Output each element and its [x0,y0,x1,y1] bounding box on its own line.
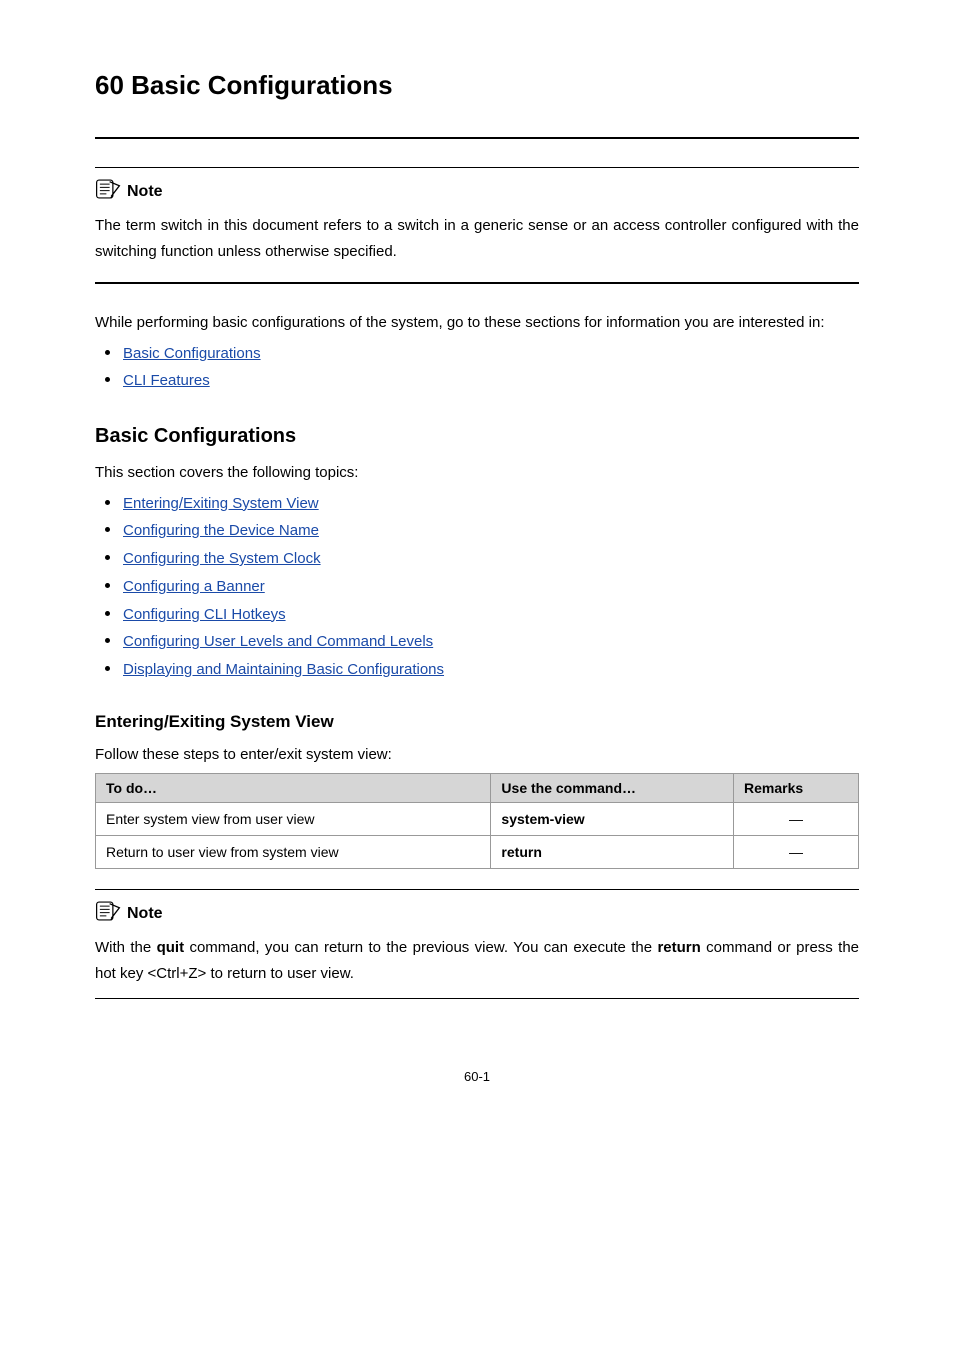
list-item: Configuring the Device Name [95,517,859,545]
note-icon [95,178,121,205]
note2-cmd-quit: quit [157,939,185,956]
page-number: 60-1 [95,1069,859,1084]
chapter-heading: 60 Basic Configurations [95,70,859,101]
divider [95,889,859,890]
chapter-title: Basic Configurations [131,70,392,100]
table-row: Return to user view from system view ret… [96,836,859,869]
note-body: With the quit command, you can return to… [95,935,859,986]
note-callout-header: Note [95,178,859,205]
note-label: Note [127,905,163,923]
cell-remarks: — [734,836,859,869]
link-system-clock[interactable]: Configuring the System Clock [123,550,321,567]
list-item: Configuring the System Clock [95,545,859,573]
command-table: To do… Use the command… Remarks Enter sy… [95,773,859,869]
note-icon [95,900,121,927]
section-link-list: Entering/Exiting System View Configuring… [95,490,859,684]
list-item: Basic Configurations [95,340,859,368]
cell-command: return [491,836,734,869]
cell-remarks: — [734,803,859,836]
cell-todo: Return to user view from system view [96,836,491,869]
link-user-levels[interactable]: Configuring User Levels and Command Leve… [123,633,433,650]
intro-lead: While performing basic configurations of… [95,310,859,336]
cell-command: system-view [491,803,734,836]
list-item: Configuring User Levels and Command Leve… [95,628,859,656]
col-remarks: Remarks [734,774,859,803]
list-item: Displaying and Maintaining Basic Configu… [95,656,859,684]
table-header-row: To do… Use the command… Remarks [96,774,859,803]
link-enter-exit[interactable]: Entering/Exiting System View [123,495,319,512]
note2-prefix: With the [95,939,157,956]
table-row: Enter system view from user view system-… [96,803,859,836]
intro-link-list: Basic Configurations CLI Features [95,340,859,396]
section-heading: Basic Configurations [95,425,859,448]
note-body: The term switch in this document refers … [95,213,859,264]
note-label: Note [127,183,163,201]
link-display-maintain[interactable]: Displaying and Maintaining Basic Configu… [123,661,444,678]
link-basic-config[interactable]: Basic Configurations [123,345,261,362]
list-item: CLI Features [95,367,859,395]
col-todo: To do… [96,774,491,803]
link-cli-hotkeys[interactable]: Configuring CLI Hotkeys [123,606,286,623]
link-device-name[interactable]: Configuring the Device Name [123,522,319,539]
chapter-number: 60 [95,70,124,100]
link-banner[interactable]: Configuring a Banner [123,578,265,595]
subsection-lead: Follow these steps to enter/exit system … [95,742,859,768]
note2-mid: command, you can return to the previous … [184,939,657,956]
note-callout-header: Note [95,900,859,927]
link-cli-features[interactable]: CLI Features [123,372,210,389]
col-command: Use the command… [491,774,734,803]
list-item: Entering/Exiting System View [95,490,859,518]
list-item: Configuring a Banner [95,573,859,601]
divider [95,998,859,999]
cell-todo: Enter system view from user view [96,803,491,836]
note2-cmd-return: return [657,939,700,956]
subsection-heading: Entering/Exiting System View [95,712,859,732]
list-item: Configuring CLI Hotkeys [95,601,859,629]
divider [95,167,859,168]
section-lead: This section covers the following topics… [95,460,859,486]
